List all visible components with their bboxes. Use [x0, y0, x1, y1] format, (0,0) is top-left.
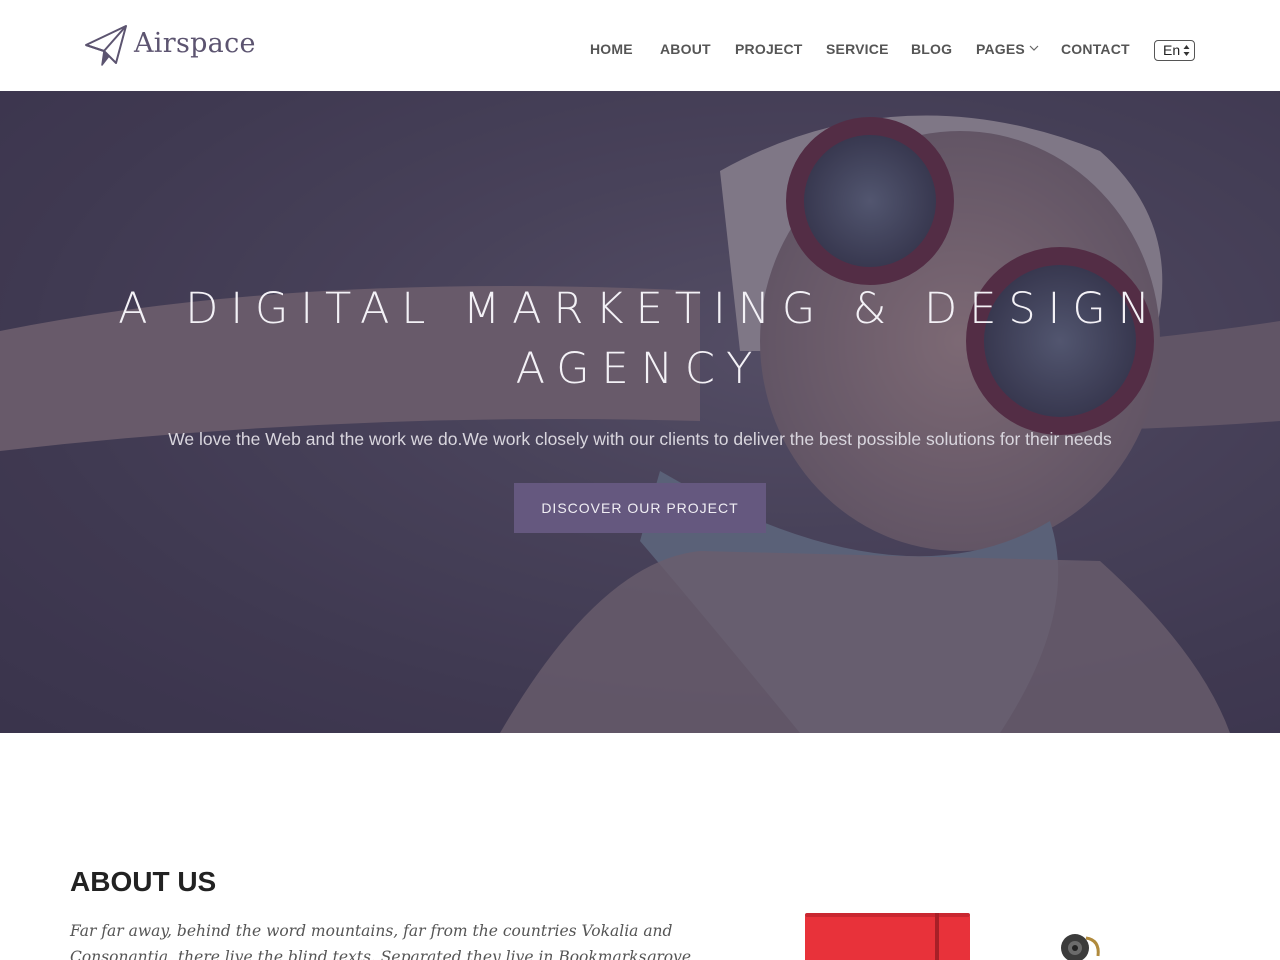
nav-item-blog[interactable]: BLOG [911, 41, 952, 57]
hero-subtitle: We love the Web and the work we do.We wo… [168, 429, 1112, 449]
nav-item-pages-label: PAGES [976, 41, 1025, 57]
language-select[interactable]: En [1154, 40, 1195, 61]
nav-item-service[interactable]: SERVICE [826, 41, 889, 57]
discover-project-button[interactable]: DISCOVER OUR PROJECT [514, 483, 766, 533]
nav-item-project[interactable]: PROJECT [735, 41, 803, 57]
nav-item-pages[interactable]: PAGES [976, 41, 1039, 57]
hero-title-line2: AGENCY [515, 344, 765, 394]
hero-overlay [0, 91, 1280, 733]
select-arrows-icon [1183, 45, 1190, 56]
nav-item-about[interactable]: ABOUT [660, 41, 711, 57]
about-text: Far far away, behind the word mountains,… [70, 922, 692, 960]
about-image [805, 913, 1100, 960]
hero-title-line1: A DIGITAL MARKETING & DESIGN [118, 284, 1162, 334]
nav-item-home[interactable]: HOME [590, 41, 633, 57]
main-nav: HOME ABOUT PROJECT SERVICE BLOG PAGES CO… [0, 41, 1280, 59]
language-value: En [1163, 42, 1181, 58]
site-header: Airspace HOME ABOUT PROJECT SERVICE BLOG… [0, 0, 1280, 91]
hero-title: A DIGITAL MARKETING & DESIGN AGENCY [0, 279, 1280, 399]
about-title: ABOUT US [70, 866, 217, 897]
nav-item-contact[interactable]: CONTACT [1061, 41, 1130, 57]
hero-section: A DIGITAL MARKETING & DESIGN AGENCY We l… [0, 91, 1280, 733]
chevron-down-icon [1029, 39, 1039, 55]
